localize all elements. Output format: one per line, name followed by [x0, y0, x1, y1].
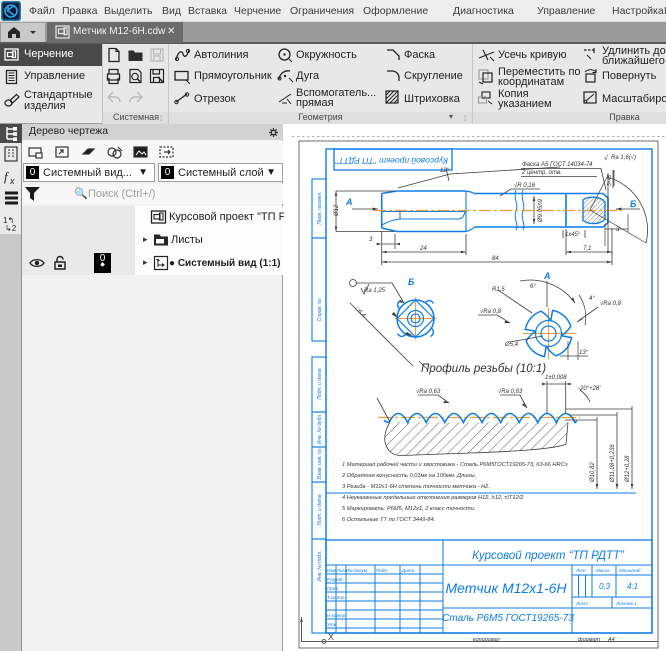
svg-text:Лит.: Лит.: [575, 568, 587, 573]
svg-text:Сталь Р6М5 ГОСТ19265-73: Сталь Р6М5 ГОСТ19265-73: [442, 613, 574, 624]
svg-text:Н.контр.: Н.контр.: [327, 613, 346, 618]
svg-text:Б: Б: [408, 277, 415, 287]
svg-text:1±0,008: 1±0,008: [545, 375, 567, 381]
svg-text:84: 84: [492, 256, 499, 262]
svg-text:Профиль резьбы (10:1): Профиль резьбы (10:1): [421, 363, 546, 375]
svg-text:формат: формат: [578, 637, 601, 643]
svg-text:12°: 12°: [440, 168, 450, 174]
svg-text:X: X: [328, 632, 334, 642]
svg-text:копировал: копировал: [473, 637, 500, 643]
svg-text:Изм Лист: Изм Лист: [327, 568, 349, 573]
svg-text:Ø12+0,28: Ø12+0,28: [625, 455, 631, 483]
svg-text:0,3: 0,3: [599, 582, 611, 591]
svg-text:2 центр. отв.: 2 центр. отв.: [521, 170, 562, 176]
svg-text:2 Обратная конусность 0,01мк н: 2 Обратная конусность 0,01мк на 100мм. Д…: [341, 473, 476, 479]
svg-text:√Ra 0,63: √Ra 0,63: [416, 388, 441, 395]
svg-text:13°: 13°: [579, 350, 589, 356]
svg-text:Подп. и дата: Подп. и дата: [317, 368, 323, 400]
svg-text:Ø12: Ø12: [334, 204, 340, 217]
svg-text:↳2: ↳2: [5, 224, 17, 233]
svg-text:4°: 4°: [589, 296, 595, 302]
svg-text:Курсовой проект "ТП РДТТ": Курсовой проект "ТП РДТТ": [335, 156, 448, 166]
svg-text:Масштаб: Масштаб: [619, 568, 641, 573]
svg-text:24: 24: [419, 246, 427, 252]
svg-text:А: А: [345, 197, 353, 207]
svg-text:-20°+28': -20°+28': [578, 386, 601, 392]
svg-text:1 Материал рабочей части и хво: 1 Материал рабочей части и хвостовика - …: [342, 461, 568, 468]
svg-text:Метчик М12х1-6Н: Метчик М12х1-6Н: [445, 580, 567, 596]
svg-text:Справ. №: Справ. №: [317, 298, 323, 321]
svg-text:Ra 1,6(√): Ra 1,6(√): [611, 154, 636, 161]
svg-text:А: А: [543, 271, 551, 281]
svg-text:Лист: Лист: [575, 601, 588, 606]
svg-text:6°: 6°: [530, 284, 536, 290]
svg-text:№ докум.: № докум.: [348, 568, 368, 573]
svg-text:Курсовой проект “ТП РДТТ”: Курсовой проект “ТП РДТТ”: [472, 550, 625, 562]
svg-text:Подп. и дата: Подп. и дата: [317, 494, 323, 526]
svg-text:x: x: [9, 176, 15, 186]
svg-text:4 Неуказанные предельные откло: 4 Неуказанные предельные отклонения разм…: [342, 495, 524, 501]
svg-text:Пров.: Пров.: [327, 586, 339, 591]
svg-text:Взам. инв. №: Взам. инв. №: [317, 448, 323, 480]
svg-text:Инв. № подл.: Инв. № подл.: [317, 550, 323, 581]
svg-text:√R 0,16: √R 0,16: [514, 182, 536, 189]
svg-text:6 Остальные ТТ по ГОСТ 3449-84: 6 Остальные ТТ по ГОСТ 3449-84.: [342, 517, 435, 523]
svg-text:√: √: [604, 154, 608, 162]
svg-text:√Ra 0,8: √Ra 0,8: [480, 308, 502, 315]
svg-text:Ø5,4: Ø5,4: [504, 342, 519, 348]
svg-text:Перв. примен.: Перв. примен.: [317, 191, 323, 224]
svg-text:1x45°: 1x45°: [565, 232, 581, 238]
svg-text:Фаска А5 ГОСТ 14034-74: Фаска А5 ГОСТ 14034-74: [522, 162, 593, 168]
svg-text:Инв. № дубл.: Инв. № дубл.: [317, 414, 323, 445]
svg-text:Листов 1: Листов 1: [615, 601, 637, 606]
svg-text:Разраб.: Разраб.: [327, 577, 344, 582]
svg-text:Масса: Масса: [596, 568, 610, 573]
svg-text:7,1: 7,1: [583, 246, 591, 252]
svg-text:Дата: Дата: [401, 568, 415, 573]
svg-text:Б: Б: [630, 199, 637, 209]
svg-text:√Ra 0,63: √Ra 0,63: [498, 388, 523, 395]
svg-text:Утв.: Утв.: [327, 622, 337, 627]
svg-text:Ø11,08+0,236: Ø11,08+0,236: [610, 444, 616, 483]
svg-text:А4: А4: [607, 637, 615, 643]
svg-text:√Ra 0,8: √Ra 0,8: [600, 300, 622, 307]
svg-text:3×45°: 3×45°: [607, 173, 613, 186]
svg-text:Т.контр.: Т.контр.: [327, 595, 346, 600]
svg-text:Ø9.95h9: Ø9.95h9: [538, 198, 544, 223]
svg-text:Ø10,82: Ø10,82: [590, 462, 596, 483]
svg-text:3 Резьба - М12х1-6Н степень то: 3 Резьба - М12х1-6Н степень точности мет…: [342, 484, 490, 490]
svg-text:R1,5: R1,5: [492, 287, 505, 293]
svg-text:5 Маркировать: Р6М5, М12х1, 2: 5 Маркировать: Р6М5, М12х1, 2 класс точн…: [342, 506, 475, 512]
svg-text:4:1: 4:1: [627, 582, 638, 591]
svg-text:Ra 1,25: Ra 1,25: [364, 288, 386, 294]
svg-text:Подп.: Подп.: [376, 568, 388, 573]
